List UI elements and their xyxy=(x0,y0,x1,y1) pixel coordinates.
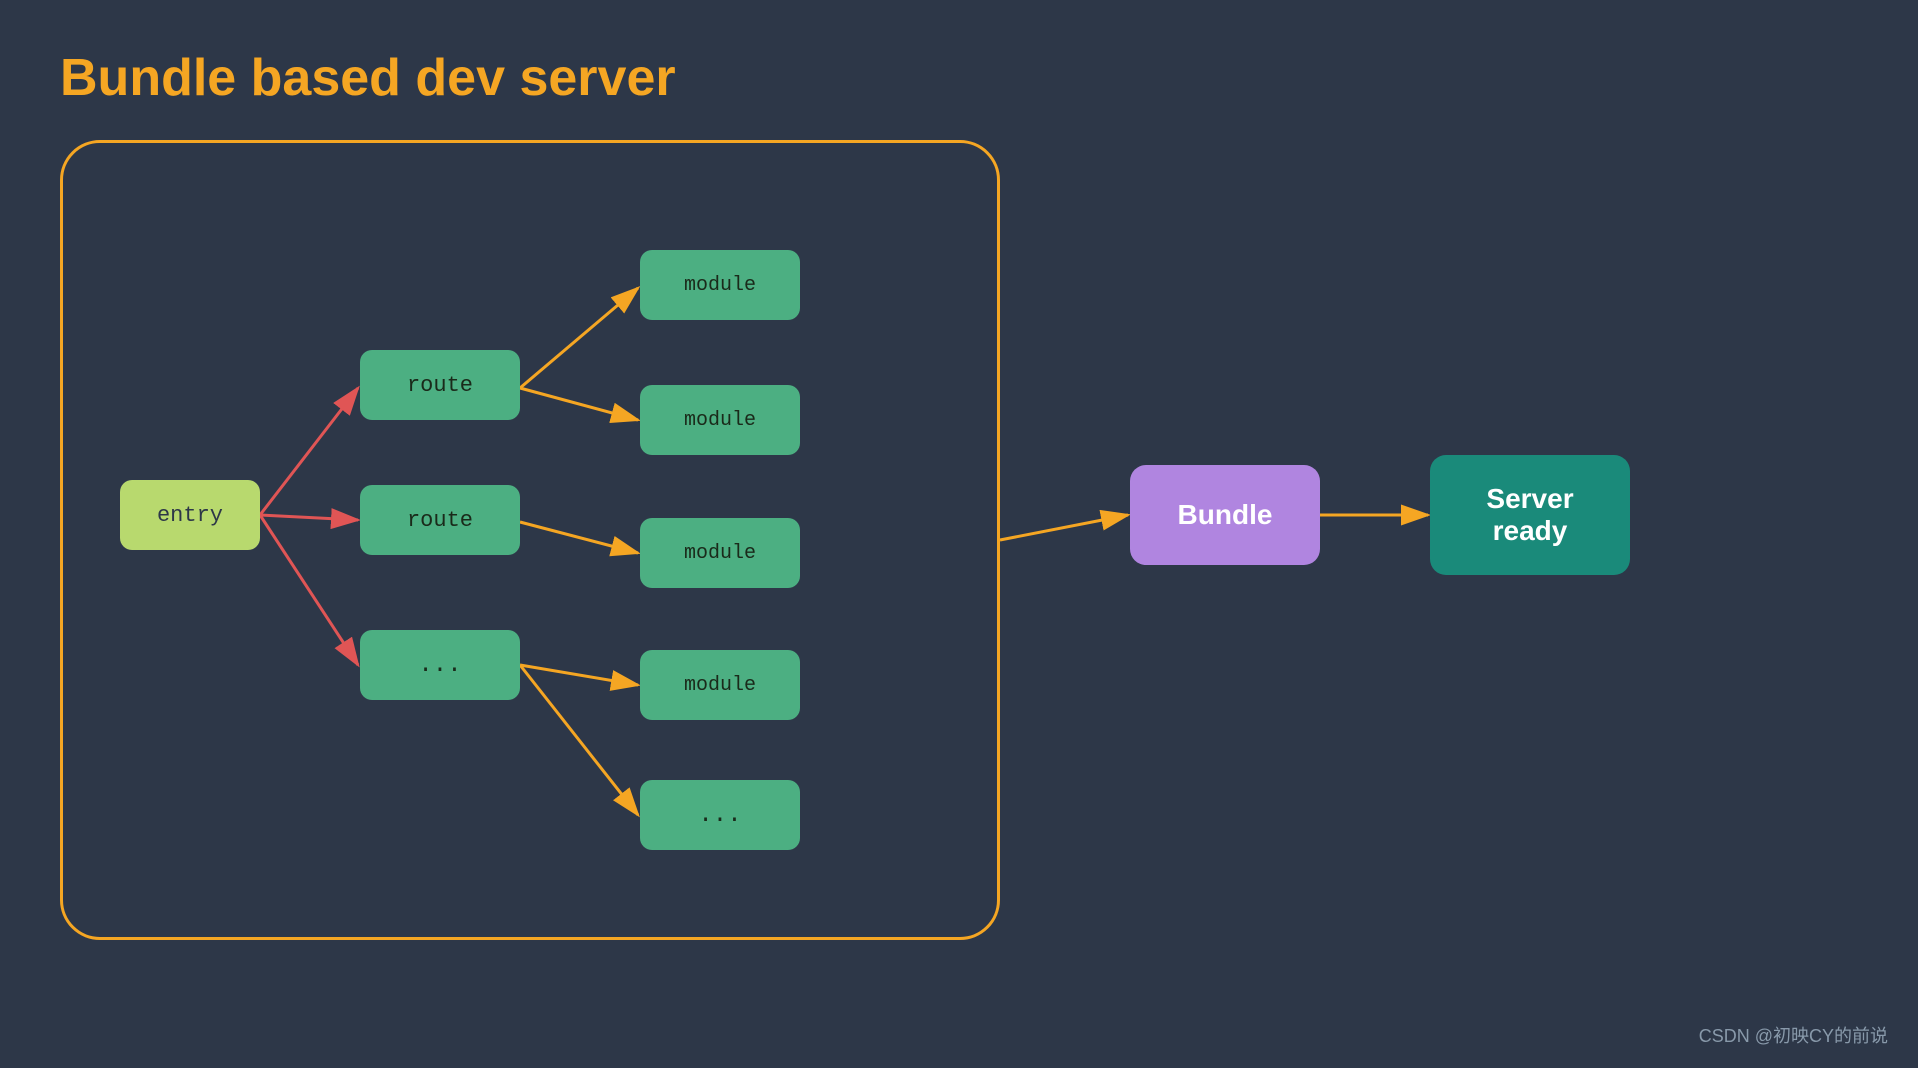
node-module4: module xyxy=(640,650,800,720)
page-title: Bundle based dev server xyxy=(60,48,676,108)
diagram: entry route route ... module module modu… xyxy=(60,140,1860,1000)
node-dots1: ... xyxy=(360,630,520,700)
node-dots2: ... xyxy=(640,780,800,850)
slide: Bundle based dev server xyxy=(0,0,1918,1068)
node-module3: module xyxy=(640,518,800,588)
node-route1: route xyxy=(360,350,520,420)
node-server-ready: Serverready xyxy=(1430,455,1630,575)
node-module2: module xyxy=(640,385,800,455)
node-module1: module xyxy=(640,250,800,320)
node-entry: entry xyxy=(120,480,260,550)
node-route2: route xyxy=(360,485,520,555)
node-bundle: Bundle xyxy=(1130,465,1320,565)
watermark: CSDN @初映CY的前说 xyxy=(1699,1022,1888,1048)
